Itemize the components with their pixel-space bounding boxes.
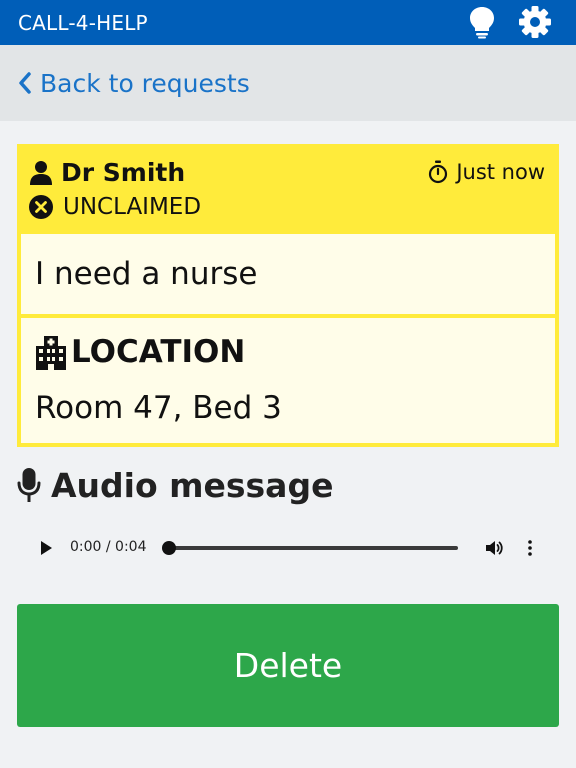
request-status: UNCLAIMED — [29, 194, 201, 220]
request-time-label: Just now — [456, 160, 545, 184]
lightbulb-icon[interactable] — [464, 4, 500, 40]
requester-name: Dr Smith — [61, 158, 186, 187]
request-card: Dr Smith Just now UNCLAIMED I need a nur… — [17, 144, 559, 447]
delete-button[interactable]: Delete — [17, 604, 559, 727]
stopwatch-icon — [429, 160, 448, 184]
location-value: Room 47, Bed 3 — [35, 390, 282, 426]
request-time: Just now — [428, 160, 545, 184]
request-message: I need a nurse — [21, 234, 555, 314]
chevron-left-icon — [19, 72, 31, 94]
hospital-icon — [36, 336, 66, 370]
status-label: UNCLAIMED — [63, 194, 202, 220]
audio-seek-thumb[interactable] — [162, 541, 176, 555]
volume-icon[interactable] — [484, 538, 504, 558]
app-title: CALL-4-HELP — [18, 11, 148, 35]
requester: Dr Smith — [29, 158, 185, 187]
request-message-text: I need a nurse — [35, 256, 258, 292]
app-header: CALL-4-HELP — [0, 0, 576, 45]
x-circle-icon — [29, 195, 53, 219]
play-icon[interactable] — [36, 538, 56, 558]
location-heading-label: LOCATION — [71, 334, 246, 370]
audio-heading-label: Audio message — [51, 466, 334, 505]
location-section: LOCATION Room 47, Bed 3 — [21, 318, 555, 443]
location-heading: LOCATION — [35, 334, 245, 370]
audio-seek-track[interactable] — [166, 546, 458, 550]
microphone-icon — [17, 467, 41, 502]
audio-player: 0:00 / 0:04 — [28, 528, 548, 568]
audio-time: 0:00 / 0:04 — [70, 539, 147, 555]
more-options-icon[interactable] — [520, 538, 540, 558]
back-link-label: Back to requests — [40, 68, 250, 98]
audio-heading: Audio message — [17, 466, 333, 505]
back-bar: Back to requests — [0, 45, 576, 121]
gear-icon[interactable] — [517, 4, 553, 40]
user-icon — [30, 160, 52, 185]
back-to-requests-link[interactable]: Back to requests — [18, 67, 250, 99]
